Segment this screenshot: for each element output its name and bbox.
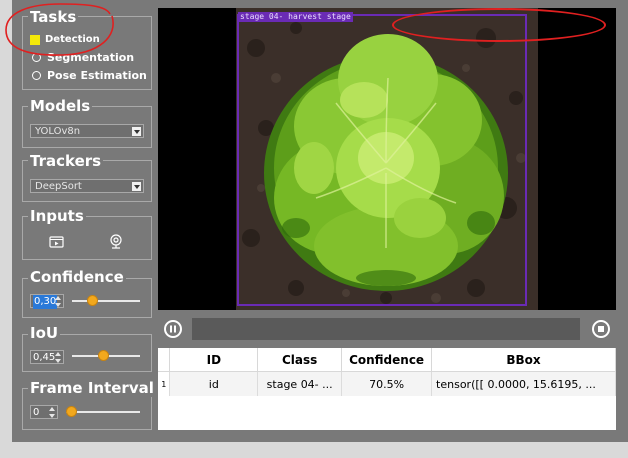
video-file-icon[interactable]	[49, 235, 64, 248]
frame-interval-spinbox[interactable]: 0	[30, 405, 58, 419]
confidence-title: Confidence	[28, 268, 126, 286]
inputs-title: Inputs	[28, 207, 86, 225]
slider-track	[72, 300, 140, 302]
detection-bounding-box	[237, 14, 527, 306]
radio-button[interactable]	[32, 53, 41, 62]
radio-button[interactable]	[32, 71, 41, 80]
task-option-label: Segmentation	[47, 51, 135, 64]
slider-handle[interactable]	[66, 406, 77, 417]
column-header-class[interactable]: Class	[257, 348, 343, 372]
pause-icon	[170, 325, 176, 333]
table-row[interactable]: 1 id stage 04- ... 70.5% tensor([[ 0.000…	[158, 371, 616, 396]
spin-arrows-icon[interactable]	[49, 407, 55, 418]
spin-arrows-icon[interactable]	[55, 296, 61, 307]
model-select-value: YOLOv8n	[35, 126, 81, 137]
frame-interval-slider[interactable]	[66, 406, 140, 418]
model-select[interactable]: YOLOv8n	[30, 124, 144, 138]
pause-button[interactable]	[164, 320, 182, 338]
chevron-down-icon[interactable]	[132, 182, 141, 191]
cell-confidence[interactable]: 70.5%	[341, 371, 433, 396]
trackers-title: Trackers	[28, 152, 104, 170]
spin-arrows-icon[interactable]	[55, 352, 61, 363]
tracker-select-value: DeepSort	[35, 181, 82, 192]
iou-spinbox[interactable]: 0,45	[30, 350, 64, 364]
stop-icon	[598, 326, 604, 332]
annotation-circle	[392, 8, 606, 42]
detection-label: stage 04- harvest stage	[238, 12, 353, 22]
table-corner	[158, 348, 171, 372]
stop-button[interactable]	[592, 320, 610, 338]
frame-interval-title: Frame Interval	[28, 379, 156, 397]
confidence-slider[interactable]	[72, 295, 140, 307]
row-number[interactable]: 1	[158, 371, 171, 396]
video-display: stage 04- harvest stage	[158, 8, 616, 310]
cell-class[interactable]: stage 04- ...	[257, 371, 343, 396]
iou-value[interactable]: 0,45	[33, 351, 55, 365]
task-option-pose-estimation[interactable]: Pose Estimation	[32, 69, 147, 82]
table-header-row: ID Class Confidence BBox	[158, 348, 616, 372]
models-title: Models	[28, 97, 93, 115]
task-option-segmentation[interactable]: Segmentation	[32, 51, 134, 64]
column-header-confidence[interactable]: Confidence	[341, 348, 433, 372]
slider-handle[interactable]	[97, 350, 109, 361]
tasks-title: Tasks	[28, 8, 79, 26]
column-header-id[interactable]: ID	[169, 348, 259, 372]
progress-bar[interactable]	[192, 318, 580, 340]
slider-track	[66, 411, 140, 413]
confidence-value[interactable]: 0,30	[33, 295, 58, 309]
selected-indicator	[30, 34, 40, 45]
cell-id[interactable]: id	[169, 371, 259, 396]
iou-title: IoU	[28, 324, 61, 342]
task-option-detection[interactable]: Detection	[30, 34, 100, 45]
app-window: Tasks Detection Segmentation Pose Estima…	[12, 0, 628, 442]
task-option-label: Detection	[45, 34, 100, 45]
task-option-label: Pose Estimation	[47, 69, 147, 82]
chevron-down-icon[interactable]	[132, 127, 141, 136]
webcam-icon[interactable]	[109, 234, 123, 249]
confidence-spinbox[interactable]: 0,30	[30, 294, 64, 309]
frame-interval-value[interactable]: 0	[33, 406, 39, 420]
cell-bbox[interactable]: tensor([[ 0.0000, 15.6195, ...	[431, 371, 616, 396]
slider-handle[interactable]	[87, 295, 99, 306]
results-table: ID Class Confidence BBox 1 id stage 04- …	[158, 348, 616, 430]
iou-slider[interactable]	[72, 350, 140, 362]
tracker-select[interactable]: DeepSort	[30, 179, 144, 193]
column-header-bbox[interactable]: BBox	[431, 348, 616, 372]
